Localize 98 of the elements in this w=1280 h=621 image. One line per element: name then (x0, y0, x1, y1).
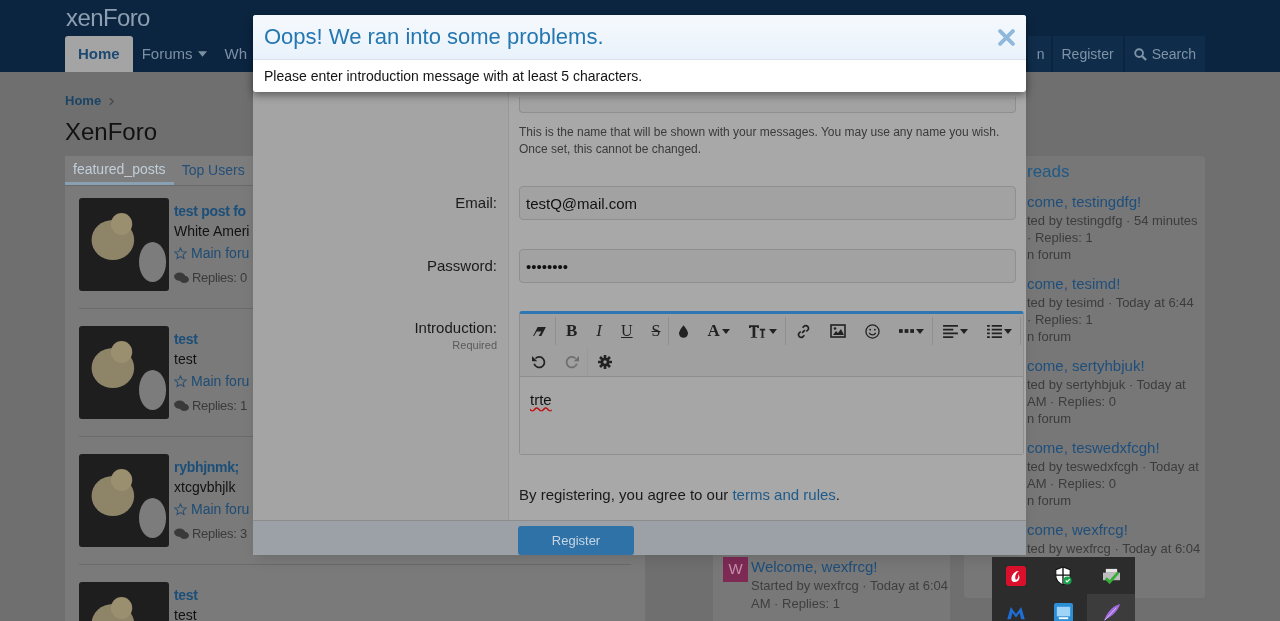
printer-check-icon (1100, 567, 1122, 584)
toolbar-button[interactable]: I (588, 317, 611, 345)
comments-icon (174, 272, 189, 284)
thread-meta: · Replies: 1 (1027, 311, 1094, 328)
eraser-icon (532, 325, 547, 337)
app-window-icon (1054, 603, 1073, 621)
password-field[interactable]: •••••••• (519, 249, 1016, 283)
post-snippet: xtcgvbhjlk (174, 478, 237, 497)
nav-link[interactable]: Register (1052, 36, 1123, 72)
thread-meta: AM · Replies: 0 (1027, 475, 1117, 492)
star-icon (174, 246, 187, 260)
thread-meta: ted by sertyhbjuk · Today at (1027, 376, 1187, 393)
replies-count: Replies: 3 (192, 525, 247, 544)
nav-link[interactable]: n (1027, 36, 1051, 72)
toolbar-button[interactable]: S (643, 317, 670, 345)
search-button[interactable]: Search (1124, 36, 1205, 72)
thread-meta: ted by testingdfg · 54 minutes (1027, 212, 1199, 229)
caret-icon (721, 328, 730, 334)
forum-link[interactable]: Main foru (191, 242, 250, 264)
thread-title-link[interactable]: come, tesimd! (1027, 274, 1205, 294)
post-title-link[interactable]: rybhjnmk; (174, 457, 250, 477)
swirl-icon (1005, 565, 1026, 586)
post-title-link[interactable]: test (174, 329, 250, 349)
register-button[interactable]: Register (518, 526, 634, 555)
toolbar-button[interactable]: U (613, 317, 642, 345)
terms-text: By registering, you agree to our terms and rules. (519, 485, 841, 505)
caret-icon (1003, 328, 1012, 334)
thread-meta: ted by wexfrcg · Today at 6:04 (1027, 540, 1202, 557)
username-field[interactable] (519, 96, 1016, 113)
tab[interactable]: Top Users (173, 156, 253, 185)
toolbar-button[interactable]: A (699, 317, 739, 345)
forum-link[interactable]: Main foru (191, 370, 250, 392)
page-title: XenForo (65, 118, 158, 146)
field-label: Introduction: (414, 318, 497, 338)
email-field[interactable]: testQ@mail.com (519, 186, 1016, 220)
site-logo[interactable]: xenForo (66, 5, 150, 31)
comments-icon (174, 400, 189, 412)
smiley-icon (864, 323, 880, 339)
field-label: Password: (426, 256, 497, 276)
post-snippet: test (174, 350, 198, 369)
settings-icon (598, 355, 612, 369)
align-icon (942, 324, 958, 338)
help-text: This is the name that will be shown with your messages. You may use any name you wish. Once set, this cannot be changed. (519, 124, 1001, 158)
image-icon (829, 324, 846, 338)
avatar: W (723, 557, 748, 582)
droplet-icon (679, 324, 689, 338)
forum-link[interactable]: Main foru (191, 498, 250, 520)
breadcrumb-link[interactable]: Home (65, 91, 102, 111)
toolbar-button[interactable]: B (558, 317, 587, 345)
post-title-link[interactable]: test post fo (174, 201, 250, 221)
search-icon (1133, 47, 1147, 61)
thread-meta: n forum (1027, 492, 1073, 509)
more-icon (898, 329, 914, 333)
caret-icon (959, 328, 968, 334)
panel-heading: reads (1027, 161, 1071, 183)
star-icon (174, 374, 187, 388)
rich-text-editor[interactable]: B I U S A trte (519, 311, 1024, 455)
thread-meta: AM · Replies: 0 (1027, 393, 1117, 410)
shield-icon (1054, 565, 1073, 586)
thread-title-link[interactable]: come, testingdfg! (1027, 192, 1205, 212)
editor-text: trte (530, 391, 552, 408)
required-hint: Required (452, 338, 497, 352)
thread-title-link[interactable]: come, teswedxfcgh! (1027, 438, 1205, 458)
post-snippet: White Ameri (174, 222, 250, 241)
list-icon (986, 324, 1002, 338)
thread-meta: ted by teswedxfcgh · Today at (1027, 458, 1200, 475)
thread-meta: · Replies: 1 (1027, 229, 1094, 246)
post-snippet: test (174, 606, 198, 621)
caret-icon (768, 328, 777, 334)
thread-meta: ted by tesimd · Today at 6:44 (1027, 294, 1195, 311)
star-icon (174, 502, 187, 516)
thread-meta: Started by wexfrcg · Today at 6:04 (751, 577, 949, 595)
nav-tab[interactable]: Wh (215, 36, 257, 72)
thread-meta: n forum (1027, 328, 1073, 345)
text-size-icon (748, 323, 767, 339)
caret-icon (197, 51, 207, 57)
error-message: Please enter introduction message with at least 5 characters. (263, 67, 644, 86)
thread-meta: n forum (1027, 246, 1073, 263)
thread-title-link[interactable]: Welcome, wexfrcg! (751, 557, 949, 577)
thread-meta: AM · Replies: 1 (751, 595, 841, 613)
post-title-link[interactable]: test (174, 585, 198, 605)
undo-icon (532, 355, 546, 369)
comments-icon (174, 528, 189, 540)
thread-title-link[interactable]: come, wexfrcg! (1027, 520, 1205, 540)
terms-link[interactable]: terms and rules (732, 486, 836, 503)
dialog-title: Oops! We ran into some problems. (264, 23, 604, 51)
m-logo-icon (1005, 605, 1026, 620)
nav-tab[interactable]: Home (65, 36, 133, 72)
redo-icon (565, 355, 579, 369)
link-icon (795, 323, 811, 339)
tab[interactable]: featured_posts (65, 156, 174, 185)
replies-count: Replies: 0 (192, 269, 247, 288)
thread-title-link[interactable]: come, sertyhbjuk! (1027, 356, 1205, 376)
nav-tab[interactable]: Forums (132, 36, 216, 72)
field-label: Email: (455, 193, 497, 213)
thread-meta: n forum (1027, 410, 1073, 427)
replies-count: Replies: 1 (192, 397, 247, 416)
chevron-icon (109, 96, 115, 106)
